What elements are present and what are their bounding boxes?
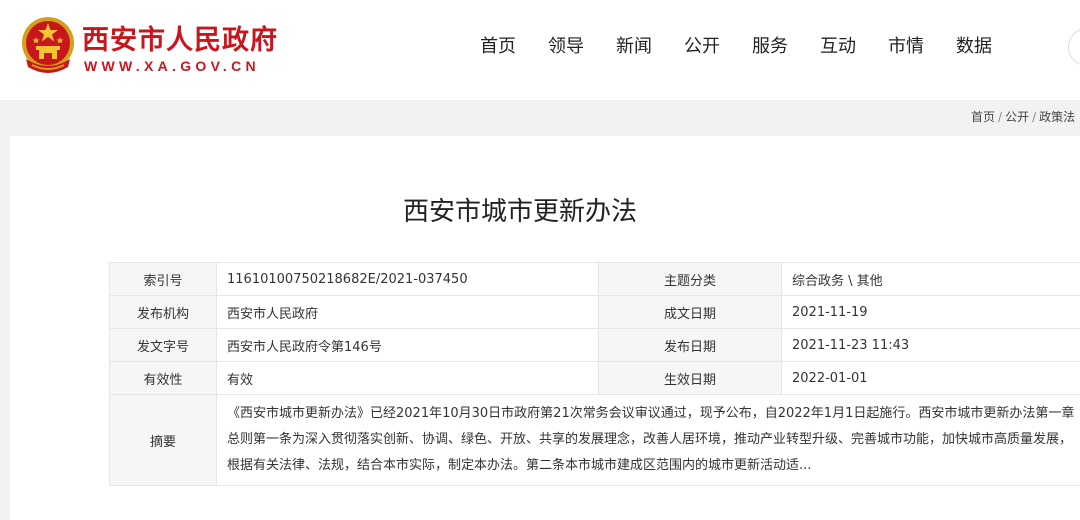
nav-item-city-info[interactable]: 市情 <box>888 33 924 61</box>
breadcrumb-separator: / <box>1032 110 1037 124</box>
effective-date-value: 2022-01-01 <box>781 361 1080 395</box>
index-number-value: 11610100750218682E/2021-037450 <box>216 262 599 296</box>
issuing-agency-label: 发布机构 <box>109 295 217 329</box>
effective-date-label: 生效日期 <box>598 361 782 395</box>
nav-item-news[interactable]: 新闻 <box>616 33 652 61</box>
table-row: 发布机构 西安市人民政府 成文日期 2021-11-19 <box>109 295 1080 329</box>
written-date-value: 2021-11-19 <box>781 295 1080 329</box>
nav-item-services[interactable]: 服务 <box>752 33 788 61</box>
table-row: 索引号 11610100750218682E/2021-037450 主题分类 … <box>109 262 1080 296</box>
document-panel: 西安市城市更新办法 索引号 11610100750218682E/2021-03… <box>10 136 1080 520</box>
document-info-table: 索引号 11610100750218682E/2021-037450 主题分类 … <box>109 262 1080 486</box>
document-number-value: 西安市人民政府令第146号 <box>216 328 599 362</box>
table-row: 发文字号 西安市人民政府令第146号 发布日期 2021-11-23 11:43 <box>109 328 1080 362</box>
topic-category-value: 综合政务 \ 其他 <box>781 262 1080 296</box>
index-number-label: 索引号 <box>109 262 217 296</box>
breadcrumb: 首页 / 公开 / 政策法 <box>971 108 1075 125</box>
breadcrumb-separator: / <box>998 110 1003 124</box>
issuing-agency-value: 西安市人民政府 <box>216 295 599 329</box>
summary-label: 摘要 <box>109 394 217 486</box>
site-name[interactable]: 西安市人民政府 <box>82 18 278 57</box>
validity-label: 有效性 <box>109 361 217 395</box>
validity-value: 有效 <box>216 361 599 395</box>
main-nav: 首页 领导 新闻 公开 服务 互动 市情 数据 <box>480 33 1024 61</box>
national-emblem-icon[interactable] <box>18 15 78 79</box>
search-button[interactable] <box>1068 28 1080 66</box>
document-title: 西安市城市更新办法 <box>402 197 637 227</box>
nav-item-home[interactable]: 首页 <box>480 33 516 61</box>
publish-date-label: 发布日期 <box>598 328 782 362</box>
nav-item-disclosure[interactable]: 公开 <box>684 33 720 61</box>
document-number-label: 发文字号 <box>109 328 217 362</box>
nav-item-leaders[interactable]: 领导 <box>548 33 584 61</box>
breadcrumb-home[interactable]: 首页 <box>971 110 995 124</box>
topic-category-label: 主题分类 <box>598 262 782 296</box>
table-row: 摘要 《西安市城市更新办法》已经2021年10月30日市政府第21次常务会议审议… <box>109 394 1080 486</box>
breadcrumb-disclosure[interactable]: 公开 <box>1005 110 1029 124</box>
publish-date-value: 2021-11-23 11:43 <box>781 328 1080 362</box>
table-row: 有效性 有效 生效日期 2022-01-01 <box>109 361 1080 395</box>
written-date-label: 成文日期 <box>598 295 782 329</box>
summary-text: 《西安市城市更新办法》已经2021年10月30日市政府第21次常务会议审议通过，… <box>216 394 1080 486</box>
nav-item-data[interactable]: 数据 <box>956 33 992 61</box>
site-url: WWW.XA.GOV.CN <box>84 58 260 74</box>
breadcrumb-policy[interactable]: 政策法 <box>1039 110 1075 124</box>
nav-item-interaction[interactable]: 互动 <box>820 33 856 61</box>
site-header: 西安市人民政府 WWW.XA.GOV.CN 首页 领导 新闻 公开 服务 互动 市情 数据 <box>0 0 1080 100</box>
